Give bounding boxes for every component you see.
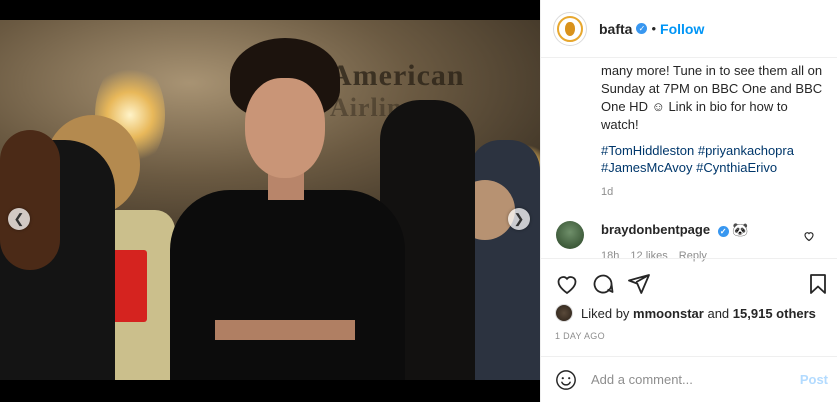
comment-item: braydonbentpage ✓ 🐼 18h 12 likes Reply xyxy=(553,214,833,262)
post-photo[interactable]: American Airlin ❮ ❯ xyxy=(0,20,540,380)
comment-text: 🐼 xyxy=(732,222,749,237)
chevron-left-icon[interactable]: ❮ xyxy=(8,208,30,230)
hashtags: #TomHiddleston #priyankachopra #JamesMcA… xyxy=(601,142,826,176)
comment-meta: 18h 12 likes Reply xyxy=(601,250,715,262)
comment-username-text[interactable]: braydonbentpage xyxy=(601,222,710,237)
bafta-mask-icon xyxy=(557,15,583,42)
likes-conjunction: and xyxy=(707,305,730,321)
comment-likes[interactable]: 12 likes xyxy=(630,250,667,262)
follow-button[interactable]: Follow xyxy=(660,21,704,37)
caption-text: many more! Tune in to see them all on Su… xyxy=(601,63,823,132)
comment-input[interactable] xyxy=(591,372,791,387)
liker-username[interactable]: mmoonstar xyxy=(633,306,704,321)
comment-icon[interactable] xyxy=(591,272,615,296)
foreground-person-hair xyxy=(0,130,60,270)
post-sidebar: bafta ✓ • Follow many more! Tune in to s… xyxy=(540,0,837,402)
comment-reply[interactable]: Reply xyxy=(679,250,707,262)
post-header: bafta ✓ • Follow xyxy=(541,0,837,58)
hashtag-link[interactable]: #JamesMcAvoy xyxy=(601,160,693,175)
likes-prefix: Liked by xyxy=(581,305,630,321)
main-subject-face xyxy=(245,78,325,178)
heart-icon[interactable] xyxy=(555,272,579,296)
share-icon[interactable] xyxy=(627,272,651,296)
comment-avatar[interactable] xyxy=(556,221,584,249)
backdrop xyxy=(0,0,540,20)
hashtag-link[interactable]: #priyankachopra xyxy=(698,143,794,158)
main-subject-dress xyxy=(170,190,405,380)
post-actions xyxy=(555,272,830,298)
chevron-right-icon[interactable]: ❯ xyxy=(508,208,530,230)
divider xyxy=(541,258,837,259)
post-button[interactable]: Post xyxy=(800,372,828,387)
comment-username[interactable]: braydonbentpage ✓ 🐼 xyxy=(601,222,749,238)
backdrop xyxy=(0,380,540,402)
photo-sign-line: American xyxy=(330,59,465,92)
comment-age[interactable]: 18h xyxy=(601,250,619,262)
main-subject-midriff xyxy=(215,320,355,340)
post-timestamp[interactable]: 1 DAY AGO xyxy=(555,331,605,341)
verified-badge-icon: ✓ xyxy=(717,226,729,237)
hashtag-link[interactable]: #TomHiddleston xyxy=(601,143,694,158)
liker-avatar[interactable] xyxy=(555,304,573,322)
bookmark-icon[interactable] xyxy=(806,272,830,296)
background-person xyxy=(470,140,540,380)
likes-others[interactable]: 15,915 others xyxy=(733,306,816,321)
hashtag-link[interactable]: #CynthiaErivo xyxy=(696,160,777,175)
emoji-icon[interactable] xyxy=(555,369,577,391)
likes-summary: Liked by mmoonstar and 15,915 others xyxy=(555,304,816,322)
avatar[interactable] xyxy=(553,11,587,46)
add-comment-bar: Post xyxy=(541,356,837,402)
heart-icon[interactable] xyxy=(803,230,815,242)
caption-timestamp[interactable]: 1d xyxy=(601,186,613,198)
post-username[interactable]: bafta xyxy=(599,21,632,37)
verified-badge-icon: ✓ xyxy=(636,23,648,34)
separator-dot: • xyxy=(651,21,657,36)
